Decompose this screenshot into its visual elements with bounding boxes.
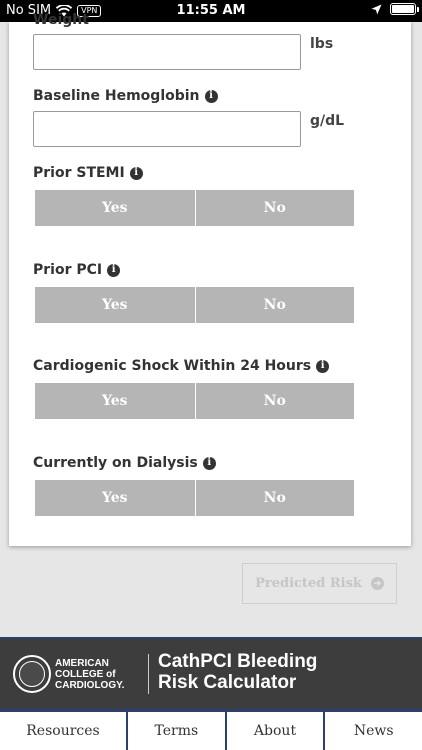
info-icon[interactable]: i [316, 359, 330, 373]
prior-pci-yes-button[interactable]: Yes [35, 287, 195, 323]
weight-input[interactable] [33, 34, 301, 70]
cardiogenic-shock-toggle: Yes No [35, 383, 354, 419]
bottom-tab-bar: Resources Terms About News [0, 709, 422, 750]
arrow-right-circle-icon: ➜ [370, 577, 384, 590]
battery-fill [392, 5, 414, 13]
org-line-1: AMERICAN [55, 658, 109, 669]
prior-stemi-toggle: Yes No [35, 190, 354, 226]
baseline-hemoglobin-input[interactable] [33, 111, 301, 147]
tab-resources[interactable]: Resources [0, 712, 126, 750]
org-line-2: COLLEGE of [55, 669, 116, 680]
cardiogenic-shock-yes-button[interactable]: Yes [35, 383, 195, 419]
cardiogenic-shock-label-text: Cardiogenic Shock Within 24 Hours [33, 358, 312, 374]
tab-news[interactable]: News [325, 712, 422, 750]
acc-wordmark: AMERICAN COLLEGE of CARDIOLOGY. [55, 658, 124, 691]
predicted-risk-button[interactable]: Predicted Risk ➜ [242, 563, 397, 604]
baseline-hemoglobin-label: Baseline Hemoglobin i [33, 88, 218, 104]
acc-seal-logo [13, 655, 51, 693]
info-icon[interactable]: i [129, 166, 143, 180]
battery-icon [390, 3, 419, 15]
prior-stemi-no-button[interactable]: No [194, 190, 354, 226]
cardiogenic-shock-no-button[interactable]: No [194, 383, 354, 419]
banner-divider [148, 654, 149, 694]
risk-form-card: Weight lbs Baseline Hemoglobin i g/dL Pr… [9, 12, 411, 546]
dialysis-yes-button[interactable]: Yes [35, 480, 195, 516]
dialysis-toggle: Yes No [35, 480, 354, 516]
app-banner: AMERICAN COLLEGE of CARDIOLOGY. CathPCI … [0, 637, 422, 709]
cardiogenic-shock-label: Cardiogenic Shock Within 24 Hours i [33, 358, 330, 374]
info-icon[interactable]: i [202, 456, 216, 470]
location-arrow-icon [371, 4, 382, 14]
info-icon[interactable]: i [107, 263, 121, 277]
dialysis-label-text: Currently on Dialysis [33, 455, 198, 471]
prior-stemi-label: Prior STEMI i [33, 165, 143, 181]
dialysis-no-button[interactable]: No [194, 480, 354, 516]
app-title-line-2: Risk Calculator [158, 672, 297, 693]
dialysis-label: Currently on Dialysis i [33, 455, 216, 471]
prior-stemi-yes-button[interactable]: Yes [35, 190, 195, 226]
weight-unit: lbs [310, 36, 334, 52]
prior-pci-toggle: Yes No [35, 287, 354, 323]
tab-about[interactable]: About [226, 712, 324, 750]
prior-pci-no-button[interactable]: No [194, 287, 354, 323]
prior-stemi-label-text: Prior STEMI [33, 165, 125, 181]
app-title-line-1: CathPCI Bleeding [158, 651, 318, 672]
prior-pci-label-text: Prior PCI [33, 262, 103, 278]
baseline-hemoglobin-label-text: Baseline Hemoglobin [33, 88, 200, 104]
app-title: CathPCI Bleeding Risk Calculator [158, 651, 317, 693]
info-icon[interactable]: i [204, 89, 218, 103]
tab-terms[interactable]: Terms [128, 712, 225, 750]
org-line-3: CARDIOLOGY. [55, 680, 125, 691]
weight-label-text: Weight [33, 12, 89, 28]
hemoglobin-unit: g/dL [310, 113, 345, 129]
predicted-risk-label: Predicted Risk [255, 576, 362, 591]
prior-pci-label: Prior PCI i [33, 262, 121, 278]
weight-label: Weight [33, 12, 89, 28]
